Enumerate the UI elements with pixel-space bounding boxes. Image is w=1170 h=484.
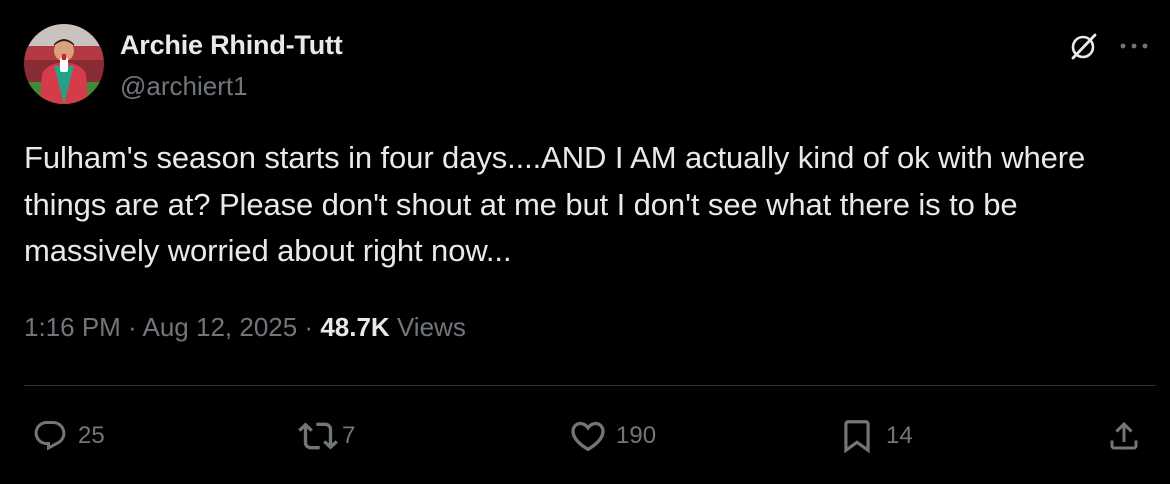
views-label: Views xyxy=(396,312,466,342)
tweet-meta: 1:16 PM · Aug 12, 2025 · 48.7K Views xyxy=(24,312,466,343)
more-icon xyxy=(1120,43,1148,49)
like-count: 190 xyxy=(616,422,657,449)
grok-icon xyxy=(1071,33,1097,60)
repost-button[interactable]: 7 xyxy=(298,414,355,458)
avatar[interactable] xyxy=(24,24,104,104)
tweet-time[interactable]: 1:16 PM xyxy=(24,312,121,342)
bookmark-count: 14 xyxy=(886,422,913,449)
repost-icon xyxy=(298,422,338,450)
author-handle[interactable]: @archiert1 xyxy=(120,71,248,102)
share-button[interactable] xyxy=(1106,414,1142,458)
reply-count: 25 xyxy=(78,422,105,449)
share-icon xyxy=(1110,421,1138,450)
like-button[interactable]: 190 xyxy=(568,414,656,458)
meta-separator: · xyxy=(297,312,321,342)
more-options-button[interactable] xyxy=(1114,26,1154,66)
repost-count: 7 xyxy=(342,422,356,449)
avatar-image xyxy=(24,24,104,104)
tweet-date[interactable]: Aug 12, 2025 xyxy=(143,312,298,342)
views-count: 48.7K xyxy=(320,312,390,342)
like-icon xyxy=(571,421,605,452)
reply-icon xyxy=(34,421,66,451)
author-display-name[interactable]: Archie Rhind-Tutt xyxy=(120,30,343,61)
bookmark-button[interactable]: 14 xyxy=(838,414,913,458)
bookmark-icon xyxy=(844,420,870,454)
tweet-text: Fulham's season starts in four days....A… xyxy=(24,140,1086,268)
meta-separator: · xyxy=(120,312,143,342)
grok-button[interactable] xyxy=(1064,26,1104,66)
divider xyxy=(24,385,1156,386)
reply-button[interactable]: 25 xyxy=(32,414,105,458)
